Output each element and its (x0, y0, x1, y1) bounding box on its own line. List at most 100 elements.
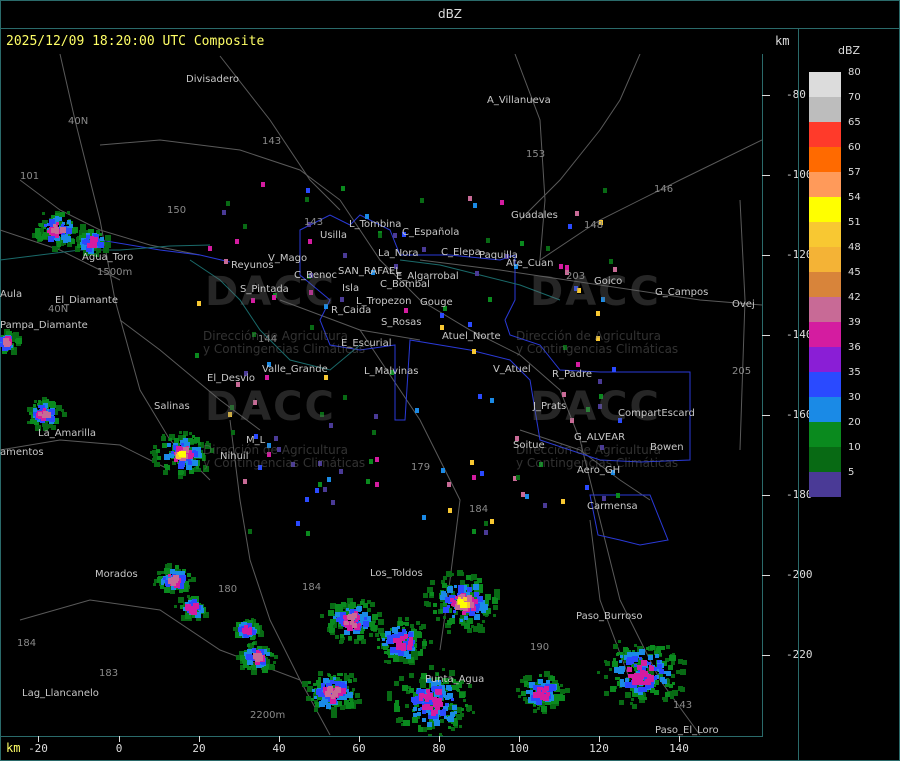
place-label-sacramentos: amentos (0, 447, 44, 458)
radar-map[interactable]: DACC DACC DACC DACC Dirección de Agricul… (0, 54, 763, 737)
legend-label: 42 (848, 292, 861, 303)
place-label-pampa-diamante: Pampa_Diamante (0, 320, 88, 331)
legend-label: 80 (848, 67, 861, 78)
place-label-compart-escard: CompartEscard (618, 408, 695, 419)
legend-swatch: 70 (809, 92, 861, 122)
place-label-divisadero: Divisadero (186, 74, 240, 85)
route-label-r150: 150 (167, 205, 187, 216)
x-tick-label: 0 (115, 742, 123, 755)
route-label-r143c: 143 (673, 700, 693, 711)
place-label-a-villanueva: A_Villanueva (487, 95, 551, 106)
x-tick-label: -20 (28, 742, 48, 755)
route-label-r143: 143 (262, 136, 282, 147)
legend-swatch: 60 (809, 142, 861, 172)
route-label-r180: 180 (218, 584, 238, 595)
legend-swatch: 10 (809, 442, 861, 472)
radar-datetime: 2025/12/09 18:20:00 UTC Composite (6, 34, 265, 49)
place-label-s-pintada: S_Pintada (240, 284, 289, 295)
legend-label: 70 (848, 92, 861, 103)
place-label-lag-llancanelo: Lag_Llancanelo (22, 688, 99, 699)
route-label-r2200: 2200m (250, 710, 286, 721)
x-tick-label: 80 (432, 742, 446, 755)
place-label-carmensa: Carmensa (587, 501, 638, 512)
place-label-paso-el-loro: Paso_El_Loro (655, 725, 719, 736)
legend-swatch: 80 (809, 67, 861, 97)
y-tick-mark (762, 655, 770, 656)
x-axis-unit: km (6, 741, 21, 755)
place-label-v-mago: V_Mago (268, 253, 308, 264)
legend-swatch: 5 (809, 467, 854, 497)
place-label-c-elepa: C_Elepa (441, 247, 481, 258)
legend-label: 51 (848, 217, 861, 228)
place-label-atuel-norte: Atuel_Norte (442, 331, 501, 342)
place-label-soitue: Soitue (513, 440, 545, 451)
place-label-nihuil: Nihuil (220, 451, 249, 462)
legend-label: 60 (848, 142, 861, 153)
place-label-usilla: Usilla (320, 230, 347, 241)
place-label-c-benoc: C_Benoc (294, 270, 337, 281)
route-label-r146: 146 (654, 184, 674, 195)
place-label-la-nora: La_Nora (378, 248, 419, 259)
legend-swatch: 36 (809, 342, 861, 372)
place-label-punta-agua: Punta_Agua (425, 674, 485, 685)
place-label-r-caida: R_Caida (331, 305, 372, 316)
place-label-san-rafael: SAN_RAFAEL (338, 266, 401, 277)
place-label-gouge: Gouge (420, 297, 453, 308)
place-label-valle-grande: Valle_Grande (262, 364, 328, 375)
dbz-color-legend: 80 70 65 60 57 54 51 48 45 42 39 36 35 30 20 10 5 (809, 67, 861, 497)
legend-label: 45 (848, 267, 861, 278)
y-tick-mark (762, 575, 770, 576)
legend-label: 36 (848, 342, 861, 353)
route-label-r184b: 184 (302, 582, 322, 593)
legend-label: 39 (848, 317, 861, 328)
place-label-el-desvio: El_Desvio (207, 373, 255, 384)
legend-label: 30 (848, 392, 861, 403)
y-tick-mark (762, 95, 770, 96)
legend-swatch: 57 (809, 167, 861, 197)
place-label-morados: Morados (95, 569, 138, 580)
legend-swatch: 39 (809, 317, 861, 347)
place-label-isla: Isla (342, 283, 360, 294)
legend-swatch: 54 (809, 192, 861, 222)
legend-swatch: 35 (809, 367, 861, 397)
route-label-r1500: 1500m (97, 267, 133, 278)
legend-label: 10 (848, 442, 861, 453)
y-tick-mark (762, 335, 770, 336)
legend-swatch: 48 (809, 242, 861, 272)
place-label-los-toldos: Los_Toldos (370, 568, 423, 579)
legend-swatch: 65 (809, 117, 861, 147)
legend-label: 35 (848, 367, 861, 378)
y-tick-mark (762, 175, 770, 176)
place-label-paso-burroso: Paso_Burroso (576, 611, 643, 622)
x-tick-label: 100 (509, 742, 529, 755)
x-tick-label: 60 (352, 742, 366, 755)
window-title: dBZ (0, 0, 900, 29)
route-label-r179: 179 (411, 462, 431, 473)
route-label-r184: 184 (469, 504, 489, 515)
place-label-c-bombal: C_Bombal (380, 279, 430, 290)
route-label-r143b: 143 (304, 217, 324, 228)
place-label-g-alvear: G_ALVEAR (574, 432, 626, 443)
legend-swatch: 20 (809, 417, 861, 447)
place-label-l-tombina: L_Tombina (349, 219, 402, 230)
place-label-v-atuel: V_Atuel (493, 364, 531, 375)
legend-swatch: 51 (809, 217, 861, 247)
y-axis-unit: km (775, 34, 790, 48)
y-tick-mark (762, 495, 770, 496)
place-label-e-escurial: E_Escurial (341, 338, 392, 349)
place-label-bowen: Bowen (650, 442, 684, 453)
legend-label: 20 (848, 417, 861, 428)
legend-label: 5 (848, 467, 855, 478)
legend-label: 48 (848, 242, 861, 253)
place-label-goico: Goico (594, 276, 623, 287)
legend-label: 65 (848, 117, 861, 128)
legend-title: dBZ (838, 44, 861, 57)
legend-label: 54 (848, 192, 861, 203)
route-label-r40n-b: 40N (48, 304, 69, 315)
place-label-vuela: Aula (0, 289, 23, 300)
route-label-r205: 205 (732, 366, 752, 377)
x-tick-label: 40 (272, 742, 286, 755)
route-label-r184c: 184 (17, 638, 37, 649)
legend-label: 57 (848, 167, 861, 178)
place-label-ate-cuan: Ate_Cuan (506, 258, 554, 269)
